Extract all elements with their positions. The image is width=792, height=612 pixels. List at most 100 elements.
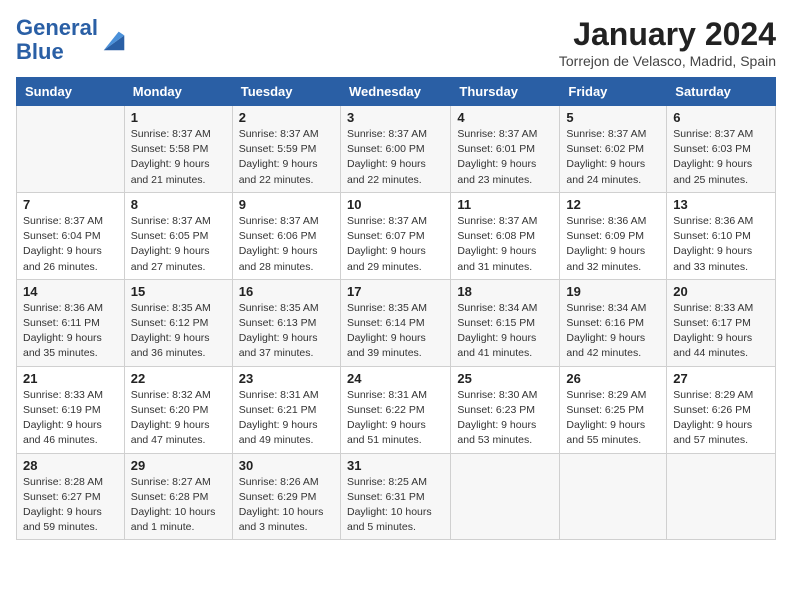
logo-general: General [16, 15, 98, 40]
day-info: Sunrise: 8:37 AMSunset: 6:07 PMDaylight:… [347, 214, 444, 275]
day-info: Sunrise: 8:36 AMSunset: 6:09 PMDaylight:… [566, 214, 660, 275]
day-cell: 10 Sunrise: 8:37 AMSunset: 6:07 PMDayligh… [340, 192, 450, 279]
day-number: 26 [566, 371, 660, 386]
day-info: Sunrise: 8:37 AMSunset: 6:05 PMDaylight:… [131, 214, 226, 275]
col-header-thursday: Thursday [451, 78, 560, 106]
day-number: 28 [23, 458, 118, 473]
day-cell: 6 Sunrise: 8:37 AMSunset: 6:03 PMDaylight… [667, 106, 776, 193]
day-number: 9 [239, 197, 334, 212]
day-cell: 19 Sunrise: 8:34 AMSunset: 6:16 PMDayligh… [560, 279, 667, 366]
day-cell: 25Sunrise: 8:30 AMSunset: 6:23 PMDayligh… [451, 366, 560, 453]
logo-text: General Blue [16, 16, 98, 64]
col-header-sunday: Sunday [17, 78, 125, 106]
day-info: Sunrise: 8:35 AMSunset: 6:12 PMDaylight:… [131, 301, 226, 362]
day-number: 10 [347, 197, 444, 212]
day-number: 27 [673, 371, 769, 386]
day-cell: 12Sunrise: 8:36 AMSunset: 6:09 PMDayligh… [560, 192, 667, 279]
day-info: Sunrise: 8:35 AMSunset: 6:13 PMDaylight:… [239, 301, 334, 362]
day-number: 8 [131, 197, 226, 212]
day-number: 18 [457, 284, 553, 299]
week-row-2: 7 Sunrise: 8:37 AMSunset: 6:04 PMDaylight… [17, 192, 776, 279]
location-title: Torrejon de Velasco, Madrid, Spain [559, 53, 776, 69]
day-cell: 17 Sunrise: 8:35 AMSunset: 6:14 PMDayligh… [340, 279, 450, 366]
day-number: 4 [457, 110, 553, 125]
day-number: 24 [347, 371, 444, 386]
day-info: Sunrise: 8:29 AMSunset: 6:26 PMDaylight:… [673, 388, 769, 449]
day-info: Sunrise: 8:37 AMSunset: 6:03 PMDaylight:… [673, 127, 769, 188]
col-header-friday: Friday [560, 78, 667, 106]
day-info: Sunrise: 8:35 AMSunset: 6:14 PMDaylight:… [347, 301, 444, 362]
day-number: 14 [23, 284, 118, 299]
day-info: Sunrise: 8:37 AMSunset: 6:08 PMDaylight:… [457, 214, 553, 275]
day-cell: 9 Sunrise: 8:37 AMSunset: 6:06 PMDaylight… [232, 192, 340, 279]
day-cell: 23 Sunrise: 8:31 AMSunset: 6:21 PMDayligh… [232, 366, 340, 453]
week-row-3: 14 Sunrise: 8:36 AMSunset: 6:11 PMDayligh… [17, 279, 776, 366]
day-number: 7 [23, 197, 118, 212]
day-number: 29 [131, 458, 226, 473]
col-header-saturday: Saturday [667, 78, 776, 106]
day-info: Sunrise: 8:37 AMSunset: 6:06 PMDaylight:… [239, 214, 334, 275]
day-cell: 18 Sunrise: 8:34 AMSunset: 6:15 PMDayligh… [451, 279, 560, 366]
day-info: Sunrise: 8:36 AMSunset: 6:11 PMDaylight:… [23, 301, 118, 362]
day-info: Sunrise: 8:29 AMSunset: 6:25 PMDaylight:… [566, 388, 660, 449]
day-info: Sunrise: 8:25 AMSunset: 6:31 PMDaylight:… [347, 475, 444, 536]
header-row: SundayMondayTuesdayWednesdayThursdayFrid… [17, 78, 776, 106]
day-cell: 5Sunrise: 8:37 AMSunset: 6:02 PMDaylight… [560, 106, 667, 193]
day-cell: 30 Sunrise: 8:26 AMSunset: 6:29 PMDayligh… [232, 453, 340, 540]
day-cell [667, 453, 776, 540]
day-number: 15 [131, 284, 226, 299]
day-cell: 31Sunrise: 8:25 AMSunset: 6:31 PMDayligh… [340, 453, 450, 540]
day-number: 11 [457, 197, 553, 212]
day-info: Sunrise: 8:37 AMSunset: 6:01 PMDaylight:… [457, 127, 553, 188]
day-info: Sunrise: 8:33 AMSunset: 6:19 PMDaylight:… [23, 388, 118, 449]
day-number: 22 [131, 371, 226, 386]
day-number: 30 [239, 458, 334, 473]
day-info: Sunrise: 8:27 AMSunset: 6:28 PMDaylight:… [131, 475, 226, 536]
day-info: Sunrise: 8:37 AMSunset: 6:00 PMDaylight:… [347, 127, 444, 188]
col-header-tuesday: Tuesday [232, 78, 340, 106]
day-cell: 24 Sunrise: 8:31 AMSunset: 6:22 PMDayligh… [340, 366, 450, 453]
day-cell: 7 Sunrise: 8:37 AMSunset: 6:04 PMDaylight… [17, 192, 125, 279]
day-number: 19 [566, 284, 660, 299]
calendar-table: SundayMondayTuesdayWednesdayThursdayFrid… [16, 77, 776, 540]
day-info: Sunrise: 8:31 AMSunset: 6:21 PMDaylight:… [239, 388, 334, 449]
week-row-5: 28 Sunrise: 8:28 AMSunset: 6:27 PMDayligh… [17, 453, 776, 540]
day-cell: 22 Sunrise: 8:32 AMSunset: 6:20 PMDayligh… [124, 366, 232, 453]
day-info: Sunrise: 8:26 AMSunset: 6:29 PMDaylight:… [239, 475, 334, 536]
day-info: Sunrise: 8:37 AMSunset: 6:04 PMDaylight:… [23, 214, 118, 275]
day-cell: 27 Sunrise: 8:29 AMSunset: 6:26 PMDayligh… [667, 366, 776, 453]
day-cell: 20Sunrise: 8:33 AMSunset: 6:17 PMDayligh… [667, 279, 776, 366]
day-info: Sunrise: 8:37 AMSunset: 5:58 PMDaylight:… [131, 127, 226, 188]
month-title: January 2024 [559, 16, 776, 53]
day-info: Sunrise: 8:31 AMSunset: 6:22 PMDaylight:… [347, 388, 444, 449]
col-header-monday: Monday [124, 78, 232, 106]
day-info: Sunrise: 8:28 AMSunset: 6:27 PMDaylight:… [23, 475, 118, 536]
day-cell: 21 Sunrise: 8:33 AMSunset: 6:19 PMDayligh… [17, 366, 125, 453]
day-info: Sunrise: 8:36 AMSunset: 6:10 PMDaylight:… [673, 214, 769, 275]
day-cell [560, 453, 667, 540]
day-number: 6 [673, 110, 769, 125]
day-info: Sunrise: 8:37 AMSunset: 5:59 PMDaylight:… [239, 127, 334, 188]
day-info: Sunrise: 8:34 AMSunset: 6:15 PMDaylight:… [457, 301, 553, 362]
day-number: 23 [239, 371, 334, 386]
logo-icon [100, 26, 128, 54]
day-info: Sunrise: 8:34 AMSunset: 6:16 PMDaylight:… [566, 301, 660, 362]
day-number: 17 [347, 284, 444, 299]
day-cell: 16 Sunrise: 8:35 AMSunset: 6:13 PMDayligh… [232, 279, 340, 366]
day-cell [17, 106, 125, 193]
day-info: Sunrise: 8:32 AMSunset: 6:20 PMDaylight:… [131, 388, 226, 449]
day-number: 21 [23, 371, 118, 386]
day-number: 13 [673, 197, 769, 212]
day-cell: 4 Sunrise: 8:37 AMSunset: 6:01 PMDaylight… [451, 106, 560, 193]
day-cell [451, 453, 560, 540]
day-info: Sunrise: 8:37 AMSunset: 6:02 PMDaylight:… [566, 127, 660, 188]
day-number: 16 [239, 284, 334, 299]
day-cell: 26 Sunrise: 8:29 AMSunset: 6:25 PMDayligh… [560, 366, 667, 453]
day-cell: 29 Sunrise: 8:27 AMSunset: 6:28 PMDayligh… [124, 453, 232, 540]
day-number: 3 [347, 110, 444, 125]
day-cell: 1 Sunrise: 8:37 AMSunset: 5:58 PMDaylight… [124, 106, 232, 193]
day-number: 2 [239, 110, 334, 125]
day-cell: 15 Sunrise: 8:35 AMSunset: 6:12 PMDayligh… [124, 279, 232, 366]
day-number: 1 [131, 110, 226, 125]
day-cell: 11 Sunrise: 8:37 AMSunset: 6:08 PMDayligh… [451, 192, 560, 279]
